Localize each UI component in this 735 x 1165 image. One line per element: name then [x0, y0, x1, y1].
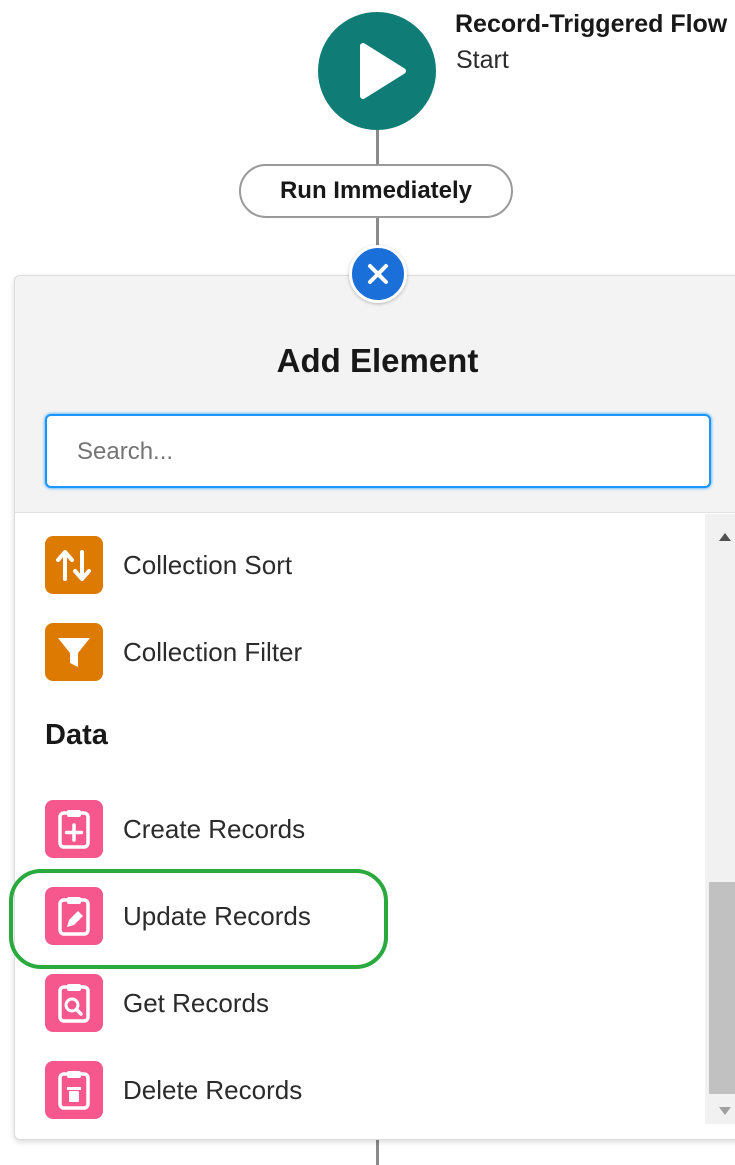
search-box[interactable] — [45, 414, 711, 488]
section-heading-data: Data — [45, 719, 108, 751]
flow-subtitle: Start — [456, 46, 509, 74]
close-panel-button[interactable] — [349, 245, 407, 303]
element-get-records[interactable]: Get Records — [45, 973, 685, 1033]
connector-line-middle — [376, 218, 379, 248]
element-label: Collection Filter — [123, 636, 303, 667]
element-label: Delete Records — [123, 1074, 303, 1105]
element-label: Get Records — [123, 987, 269, 1018]
create-records-icon — [45, 800, 103, 858]
get-records-icon — [45, 974, 103, 1032]
element-label: Create Records — [123, 813, 306, 844]
scrollbar[interactable] — [705, 514, 735, 1124]
connector-line-top — [376, 130, 379, 164]
scrollbar-thumb[interactable] — [709, 882, 735, 1094]
start-node[interactable] — [318, 12, 436, 130]
connector-line-bottom — [376, 1138, 379, 1165]
flow-title: Record-Triggered Flow — [455, 10, 728, 38]
add-element-panel: Add Element Collection Sort Collection F… — [14, 275, 735, 1140]
scroll-down-arrow-icon[interactable] — [718, 1106, 732, 1116]
element-collection-filter[interactable]: Collection Filter — [45, 622, 685, 682]
play-icon — [360, 43, 406, 99]
collection-sort-icon — [45, 536, 103, 594]
run-immediately-label: Run Immediately — [279, 177, 473, 204]
highlight-annotation — [9, 869, 388, 969]
run-immediately-path[interactable]: Run Immediately — [239, 164, 513, 218]
collection-filter-icon — [45, 623, 103, 681]
search-input[interactable] — [75, 416, 679, 488]
element-create-records[interactable]: Create Records — [45, 799, 685, 859]
delete-records-icon — [45, 1061, 103, 1119]
panel-title: Add Element — [276, 342, 479, 379]
element-collection-sort[interactable]: Collection Sort — [45, 535, 685, 595]
close-icon — [368, 264, 388, 284]
element-delete-records[interactable]: Delete Records — [45, 1060, 685, 1120]
scroll-up-arrow-icon[interactable] — [718, 532, 732, 542]
element-label: Collection Sort — [123, 549, 293, 580]
panel-header: Add Element — [15, 276, 735, 513]
